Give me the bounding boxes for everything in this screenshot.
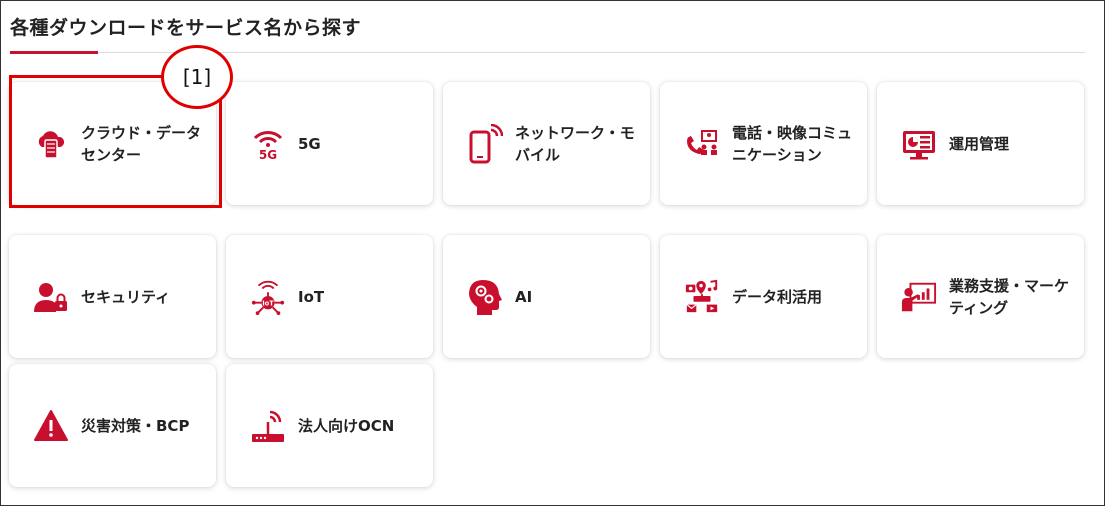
svg-text:5G: 5G bbox=[259, 148, 277, 161]
service-card-phone-video[interactable]: 電話・映像コミュニケーション bbox=[660, 82, 867, 205]
monitor-dashboard-icon bbox=[901, 126, 937, 162]
heading-accent-bar bbox=[10, 51, 98, 54]
data-media-icon bbox=[684, 279, 720, 315]
service-card-label: 電話・映像コミュニケーション bbox=[732, 123, 853, 164]
service-card-label: 5G bbox=[298, 134, 321, 153]
service-card-ai[interactable]: AI bbox=[443, 235, 650, 358]
service-card-label: クラウド・データセンター bbox=[81, 123, 202, 164]
service-card-ocn[interactable]: 法人向けOCN bbox=[226, 364, 433, 487]
smartphone-signal-icon bbox=[467, 123, 503, 163]
wifi-5g-icon: 5G bbox=[250, 126, 286, 162]
service-card-label: AI bbox=[515, 287, 533, 306]
head-gears-icon bbox=[467, 279, 503, 315]
section-heading: 各種ダウンロードをサービス名から探す bbox=[10, 17, 362, 39]
service-card-label: ネットワーク・モバイル bbox=[515, 123, 635, 164]
presentation-chart-icon bbox=[901, 279, 937, 315]
service-card-disaster-bcp[interactable]: 災害対策・BCP bbox=[9, 364, 216, 487]
service-card-network-mobile[interactable]: ネットワーク・モバイル bbox=[443, 82, 650, 205]
warning-triangle-icon bbox=[33, 408, 69, 444]
service-card-label: 運用管理 bbox=[949, 134, 1010, 153]
router-signal-icon bbox=[250, 408, 286, 444]
service-card-label: 法人向けOCN bbox=[298, 416, 395, 435]
service-card-data-utilization[interactable]: データ利活用 bbox=[660, 235, 867, 358]
cloud-server-icon bbox=[33, 126, 69, 162]
service-card-label: 災害対策・BCP bbox=[81, 416, 190, 435]
service-card-business-marketing[interactable]: 業務支援・マーケティング bbox=[877, 235, 1084, 358]
phone-meeting-icon bbox=[684, 126, 720, 162]
service-card-operations[interactable]: 運用管理 bbox=[877, 82, 1084, 205]
iot-hub-icon: IoT bbox=[250, 279, 286, 315]
svg-text:IoT: IoT bbox=[262, 299, 274, 307]
service-card-label: データ利活用 bbox=[732, 287, 823, 306]
user-lock-icon bbox=[33, 279, 69, 315]
service-card-5g[interactable]: 5G 5G bbox=[226, 82, 433, 205]
service-card-label: セキュリティ bbox=[81, 287, 171, 306]
page-frame: 各種ダウンロードをサービス名から探す クラウド・データセンター 5G 5G ネッ… bbox=[0, 0, 1105, 506]
service-card-label: IoT bbox=[298, 287, 325, 306]
annotation-marker: [1] bbox=[161, 45, 233, 109]
service-card-iot[interactable]: IoT IoT bbox=[226, 235, 433, 358]
service-card-label: 業務支援・マーケティング bbox=[949, 276, 1070, 317]
service-card-security[interactable]: セキュリティ bbox=[9, 235, 216, 358]
